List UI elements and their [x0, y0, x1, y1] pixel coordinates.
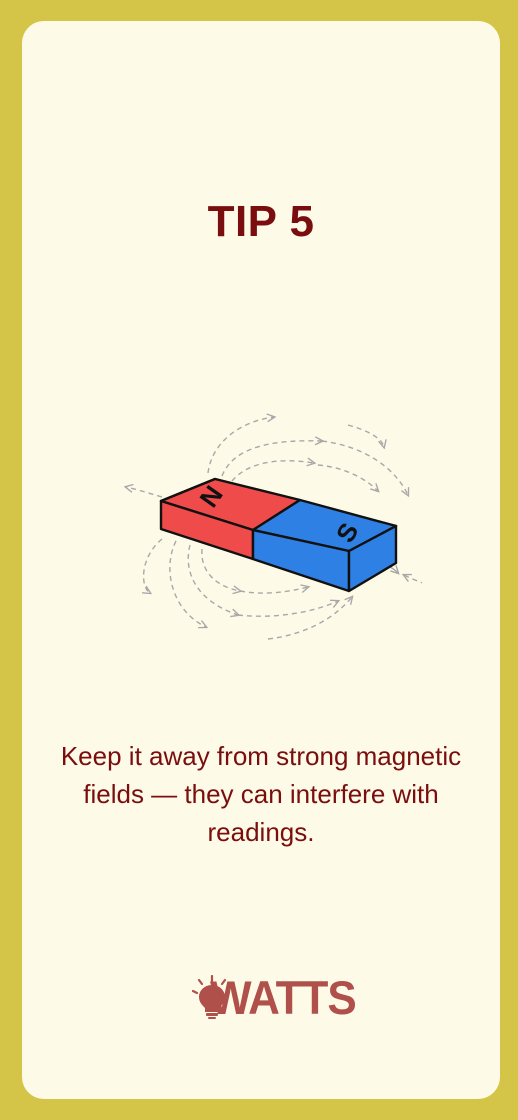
brand-name: WATTS — [210, 972, 357, 1025]
tip-card: TIP 5 N S Keep it away from strong magne… — [22, 21, 500, 1099]
tip-title: TIP 5 — [207, 197, 315, 246]
tip-body: Keep it away from strong magnetic fields… — [60, 741, 462, 847]
magnet-illustration: N S — [102, 401, 435, 651]
brand-logo: WATTS — [192, 971, 357, 1025]
